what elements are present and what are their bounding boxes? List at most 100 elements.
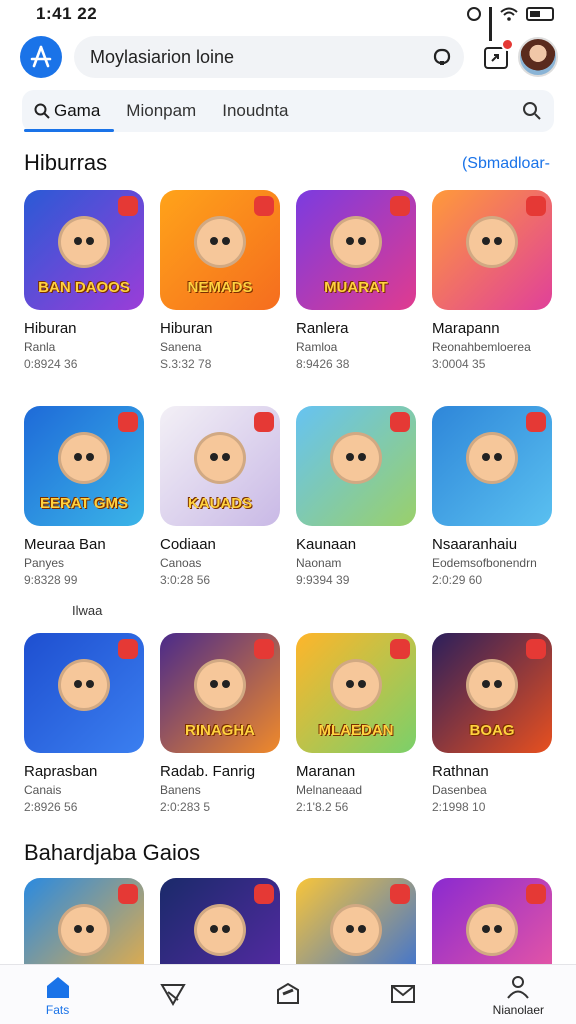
tab-label: Mionpam — [126, 101, 197, 120]
app-card[interactable]: BOAG Rathnan Dasenbea 2:1998 10 — [432, 633, 552, 814]
app-thumbnail[interactable] — [432, 190, 552, 310]
tab-inoudnta[interactable]: Inoudnta — [222, 90, 288, 132]
app-thumbnail[interactable]: KAUADS — [160, 406, 280, 526]
search-input[interactable]: Moylasiarion loine — [90, 47, 432, 68]
app-developer: Naonam — [296, 556, 342, 570]
thumbnail-label: BAN DAOOS — [38, 279, 130, 296]
badge-icon — [254, 639, 274, 659]
character-art — [194, 659, 246, 711]
app-thumbnail[interactable]: EERAT GMS — [24, 406, 144, 526]
badge-icon — [390, 884, 410, 904]
badge-icon — [254, 884, 274, 904]
character-art — [330, 904, 382, 956]
app-row: EERAT GMS Meuraa Ban Panyes 9:8328 99 KAUADS… — [24, 406, 554, 587]
app-thumbnail[interactable]: RINAGHA — [160, 633, 280, 753]
see-more-link[interactable]: (Sbmadloar- — [462, 155, 550, 173]
nav-item-home[interactable]: Fats — [13, 965, 103, 1024]
app-meta: 9:9394 39 — [296, 573, 350, 587]
search-icon — [34, 103, 50, 119]
tab-gama[interactable]: Gama — [23, 90, 115, 132]
character-art — [194, 216, 246, 268]
nav-label: Nianolaer — [492, 1002, 545, 1017]
app-title: Radab. Fanrig — [160, 763, 256, 780]
app-developer: Reonahbemloerea — [432, 340, 531, 354]
character-art — [58, 432, 110, 484]
app-thumbnail[interactable] — [296, 406, 416, 526]
app-thumbnail[interactable] — [432, 406, 552, 526]
app-card[interactable]: Marapann Reonahbemloerea 3:0004 35 — [432, 190, 552, 371]
thumbnail-label: NEMADS — [187, 279, 253, 296]
character-art — [466, 216, 518, 268]
row-divider-label: Ilwaa — [72, 603, 103, 618]
thumbnail-label: MLAEDAN — [318, 722, 394, 739]
character-art — [330, 659, 382, 711]
badge-icon — [118, 196, 138, 216]
app-developer: Sanena — [160, 340, 202, 354]
app-card[interactable]: BAN DAOOS Hiburan Ranla 0:8924 36 — [24, 190, 144, 371]
tab-label: Inoudnta — [222, 101, 289, 120]
badge-icon — [254, 412, 274, 432]
voice-search-icon[interactable] — [432, 47, 452, 67]
app-meta: 3:0004 35 — [432, 357, 486, 371]
app-thumbnail[interactable]: BAN DAOOS — [24, 190, 144, 310]
app-store-logo-icon[interactable] — [20, 36, 62, 78]
alarm-icon — [467, 7, 481, 21]
app-thumbnail[interactable]: MLAEDAN — [296, 633, 416, 753]
thumbnail-label: RINAGHA — [185, 722, 255, 739]
tab-mionpam[interactable]: Mionpam — [126, 90, 196, 132]
app-card[interactable]: MUARAT Ranlera Ramloa 8:9426 38 — [296, 190, 416, 371]
app-title: Marapann — [432, 320, 500, 337]
search-bar[interactable]: Moylasiarion loine — [74, 36, 464, 78]
thumbnail-label: EERAT GMS — [39, 495, 129, 512]
badge-icon — [390, 412, 410, 432]
character-art — [194, 904, 246, 956]
app-title: Nsaaranhaiu — [432, 536, 518, 553]
app-card[interactable]: Raprasban Canais 2:8926 56 — [24, 633, 144, 814]
thumbnail-label: BOAG — [469, 722, 515, 739]
nav-item-profile[interactable]: Nianolaer — [473, 965, 563, 1024]
badge-icon — [526, 412, 546, 432]
badge-icon — [118, 412, 138, 432]
app-developer: Panyes — [24, 556, 65, 570]
nav-item-library[interactable] — [243, 965, 333, 1024]
notification-badge — [501, 38, 514, 51]
app-meta: 2:0:283 5 — [160, 800, 211, 814]
section-title: Hiburras — [24, 150, 108, 175]
app-meta: S.3:32 78 — [160, 357, 212, 371]
app-row: Raprasban Canais 2:8926 56 RINAGHA Radab. Fa… — [24, 633, 554, 814]
updates-button[interactable] — [482, 38, 514, 71]
character-art — [466, 904, 518, 956]
app-card[interactable]: EERAT GMS Meuraa Ban Panyes 9:8328 99 — [24, 406, 144, 587]
app-title: Raprasban — [24, 763, 98, 780]
thumbnail-label: KAUADS — [187, 495, 253, 512]
app-card[interactable]: NEMADS Hiburan Sanena S.3:32 78 — [160, 190, 280, 371]
app-card[interactable]: Kaunaan Naonam 9:9394 39 — [296, 406, 416, 587]
app-card[interactable]: MLAEDAN Maranan Melnaneaad 2:1'8.2 56 — [296, 633, 416, 814]
bottom-navigation: Fats Nianolaer — [0, 964, 576, 1024]
character-art — [58, 659, 110, 711]
app-card[interactable]: Nsaaranhaiu Eodemsofbonendrn 2:0:29 60 — [432, 406, 552, 587]
app-developer: Eodemsofbonendrn — [432, 556, 537, 570]
app-title: Kaunaan — [296, 536, 357, 553]
character-art — [58, 216, 110, 268]
tag-icon — [160, 983, 186, 1006]
app-thumbnail[interactable]: BOAG — [432, 633, 552, 753]
badge-icon — [118, 639, 138, 659]
app-meta: 0:8924 36 — [24, 357, 78, 371]
app-developer: Canoas — [160, 556, 202, 570]
app-thumbnail[interactable] — [24, 633, 144, 753]
app-meta: 3:0:28 56 — [160, 573, 211, 587]
app-meta: 2:1'8.2 56 — [296, 800, 349, 814]
avatar[interactable] — [518, 37, 558, 77]
battery-icon — [526, 7, 554, 21]
app-developer: Canais — [24, 783, 62, 797]
app-card[interactable]: RINAGHA Radab. Fanrig Banens 2:0:283 5 — [160, 633, 280, 814]
search-icon[interactable] — [522, 101, 542, 121]
app-thumbnail[interactable]: MUARAT — [296, 190, 416, 310]
app-card[interactable]: KAUADS Codiaan Canoas 3:0:28 56 — [160, 406, 280, 587]
nav-item-offers[interactable] — [128, 965, 218, 1024]
nav-label: Fats — [45, 1002, 70, 1017]
app-thumbnail[interactable]: NEMADS — [160, 190, 280, 310]
badge-icon — [526, 884, 546, 904]
nav-item-messages[interactable] — [358, 965, 448, 1024]
